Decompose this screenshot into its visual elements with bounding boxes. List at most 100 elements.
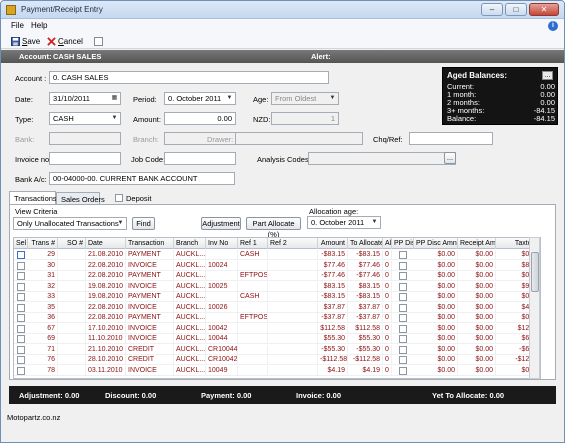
bank-ac-field[interactable]: 00-04000-00. CURRENT BANK ACCOUNT [49, 172, 235, 185]
column-header[interactable]: Date [86, 238, 126, 249]
blank-toolbar-button[interactable] [94, 35, 103, 47]
column-header[interactable]: PP Disc [392, 238, 414, 249]
row-select-checkbox[interactable] [17, 251, 25, 259]
amount-field[interactable]: 0.00 [164, 112, 236, 125]
pp-disc-checkbox[interactable] [399, 335, 407, 343]
pp-disc-checkbox[interactable] [399, 272, 407, 280]
analysis-codes-browse-button[interactable]: ... [444, 152, 456, 164]
invoice-no-field[interactable] [49, 152, 121, 165]
table-cell: AUCKL... [176, 334, 206, 344]
scroll-thumb[interactable] [531, 252, 539, 292]
row-select-checkbox[interactable] [17, 335, 25, 343]
pp-disc-checkbox[interactable] [399, 293, 407, 301]
close-button[interactable]: ✕ [529, 3, 559, 16]
chq-ref-field[interactable] [409, 132, 493, 145]
pp-disc-checkbox[interactable] [399, 282, 407, 291]
table-row[interactable]: 36 22.08.2010 PAYMENT AUCKL... EFTPOS -$37.87… [14, 313, 540, 323]
table-row[interactable]: 76 28.10.2010 CREDIT AUCKL... CR10042 -$112.5… [14, 355, 540, 365]
table-row[interactable]: 31 22.08.2010 PAYMENT AUCKL... EFTPOS -$77.46… [14, 271, 540, 281]
account-field[interactable]: 0. CASH SALES [49, 71, 329, 84]
deposit-checkbox[interactable] [115, 194, 123, 202]
maximize-button[interactable]: □ [505, 3, 527, 16]
table-row[interactable]: 67 17.10.2010 INVOICE AUCKL... 10042 $112.58 $… [14, 323, 540, 334]
grid-vertical-scrollbar[interactable] [529, 237, 540, 379]
column-header[interactable]: Amount [318, 238, 348, 249]
row-select-checkbox[interactable] [17, 314, 25, 322]
pp-disc-checkbox[interactable] [399, 303, 407, 312]
date-label: Date: [15, 95, 33, 104]
drawer-field[interactable] [235, 132, 363, 145]
table-cell [268, 365, 318, 376]
column-header[interactable]: Transaction [126, 238, 174, 249]
pp-disc-checkbox[interactable] [399, 356, 407, 364]
pp-disc-checkbox[interactable] [399, 324, 407, 333]
table-cell: AUCKL... [176, 281, 206, 292]
aged-balances-more-button[interactable]: ... [542, 71, 553, 80]
menu-file[interactable]: File [11, 21, 24, 30]
column-header[interactable]: To Allocate [348, 238, 383, 249]
table-row[interactable]: 69 11.10.2010 INVOICE AUCKL... 10044 $55.30 $5… [14, 334, 540, 344]
column-header[interactable]: Ref 2 [268, 238, 318, 249]
column-header[interactable]: SO # [58, 238, 86, 249]
row-select-checkbox[interactable] [17, 324, 25, 333]
table-row[interactable]: 71 21.10.2010 CREDIT AUCKL... CR10044 -$55.30… [14, 344, 540, 355]
column-header[interactable]: Trans # [28, 238, 58, 249]
table-cell: 28.10.2010 [86, 355, 126, 365]
row-select-checkbox[interactable] [17, 282, 25, 291]
pp-disc-checkbox[interactable] [399, 314, 407, 322]
column-header[interactable]: Ref 1 [238, 238, 268, 249]
allocation-age-select[interactable]: 0. October 2011 ▼ [307, 216, 381, 229]
tab-transactions[interactable]: Transactions [9, 191, 57, 205]
row-select-checkbox[interactable] [17, 293, 25, 301]
row-select-checkbox[interactable] [17, 272, 25, 280]
nzd-field[interactable]: 1 [271, 112, 339, 125]
table-cell [58, 302, 86, 313]
view-criteria-select[interactable]: Only Unallocated Transactions ▼ [13, 217, 127, 230]
row-select-checkbox[interactable] [17, 345, 25, 354]
pp-disc-checkbox[interactable] [399, 366, 407, 375]
table-cell: $0.00 [458, 334, 496, 344]
type-select[interactable]: CASH ▼ [49, 112, 121, 125]
transactions-grid: Sel Trans # SO # Date Transaction Branch Inv N… [13, 237, 541, 379]
table-row[interactable]: 35 22.08.2010 INVOICE AUCKL... 10026 $37.87 $3… [14, 302, 540, 313]
row-select-checkbox[interactable] [17, 261, 25, 270]
column-header[interactable]: Inv No [206, 238, 238, 249]
date-field[interactable]: 31/10/2011 ▦ [49, 92, 121, 105]
cancel-button[interactable]: Cancel [47, 35, 83, 47]
age-select[interactable]: From Oldest ▼ [271, 92, 339, 105]
table-cell: 0 [383, 355, 392, 365]
save-button[interactable]: Save [11, 35, 40, 47]
row-select-checkbox[interactable] [17, 303, 25, 312]
minimize-button[interactable]: – [481, 3, 503, 16]
column-header[interactable]: Receipt Amt [458, 238, 496, 249]
job-code-field[interactable] [164, 152, 236, 165]
bank-field[interactable] [49, 132, 121, 145]
row-select-checkbox[interactable] [17, 356, 25, 364]
table-cell: 10049 [206, 365, 238, 376]
analysis-codes-field[interactable] [308, 152, 456, 165]
table-cell: 29 [28, 250, 58, 260]
table-cell: 21.08.2010 [86, 250, 126, 260]
table-row[interactable]: 32 19.08.2010 INVOICE AUCKL... 10025 $83.15 $8… [14, 281, 540, 292]
pp-disc-checkbox[interactable] [399, 345, 407, 354]
pp-disc-checkbox[interactable] [399, 251, 407, 259]
table-cell: $0.00 [414, 292, 458, 302]
period-select[interactable]: 0. October 2011 ▼ [164, 92, 236, 105]
adjustment-button[interactable]: Adjustment [201, 217, 241, 230]
menu-help[interactable]: Help [31, 21, 47, 30]
find-button[interactable]: Find [132, 217, 155, 230]
table-row[interactable]: 29 21.08.2010 PAYMENT AUCKL... CASH -$83.15 -$… [14, 250, 540, 260]
table-row[interactable]: 78 03.11.2010 INVOICE AUCKL... 10049 $4.19 $4.… [14, 365, 540, 376]
table-row[interactable]: 30 22.08.2010 INVOICE AUCKL... 10024 $77.46 $7… [14, 260, 540, 271]
pp-disc-checkbox[interactable] [399, 261, 407, 270]
column-header[interactable]: Sel [14, 238, 28, 249]
column-header[interactable]: Al [383, 238, 392, 249]
table-row[interactable]: 33 19.08.2010 PAYMENT AUCKL... CASH -$83.15 -$… [14, 292, 540, 302]
row-select-checkbox[interactable] [17, 366, 25, 375]
column-header[interactable]: Branch [174, 238, 206, 249]
calendar-icon[interactable]: ▦ [110, 94, 119, 103]
column-header[interactable]: PP Disc Amnt [414, 238, 458, 249]
info-icon[interactable]: i [548, 21, 558, 31]
table-cell [268, 302, 318, 313]
part-allocate-button[interactable]: Part Allocate (%) [246, 217, 301, 239]
